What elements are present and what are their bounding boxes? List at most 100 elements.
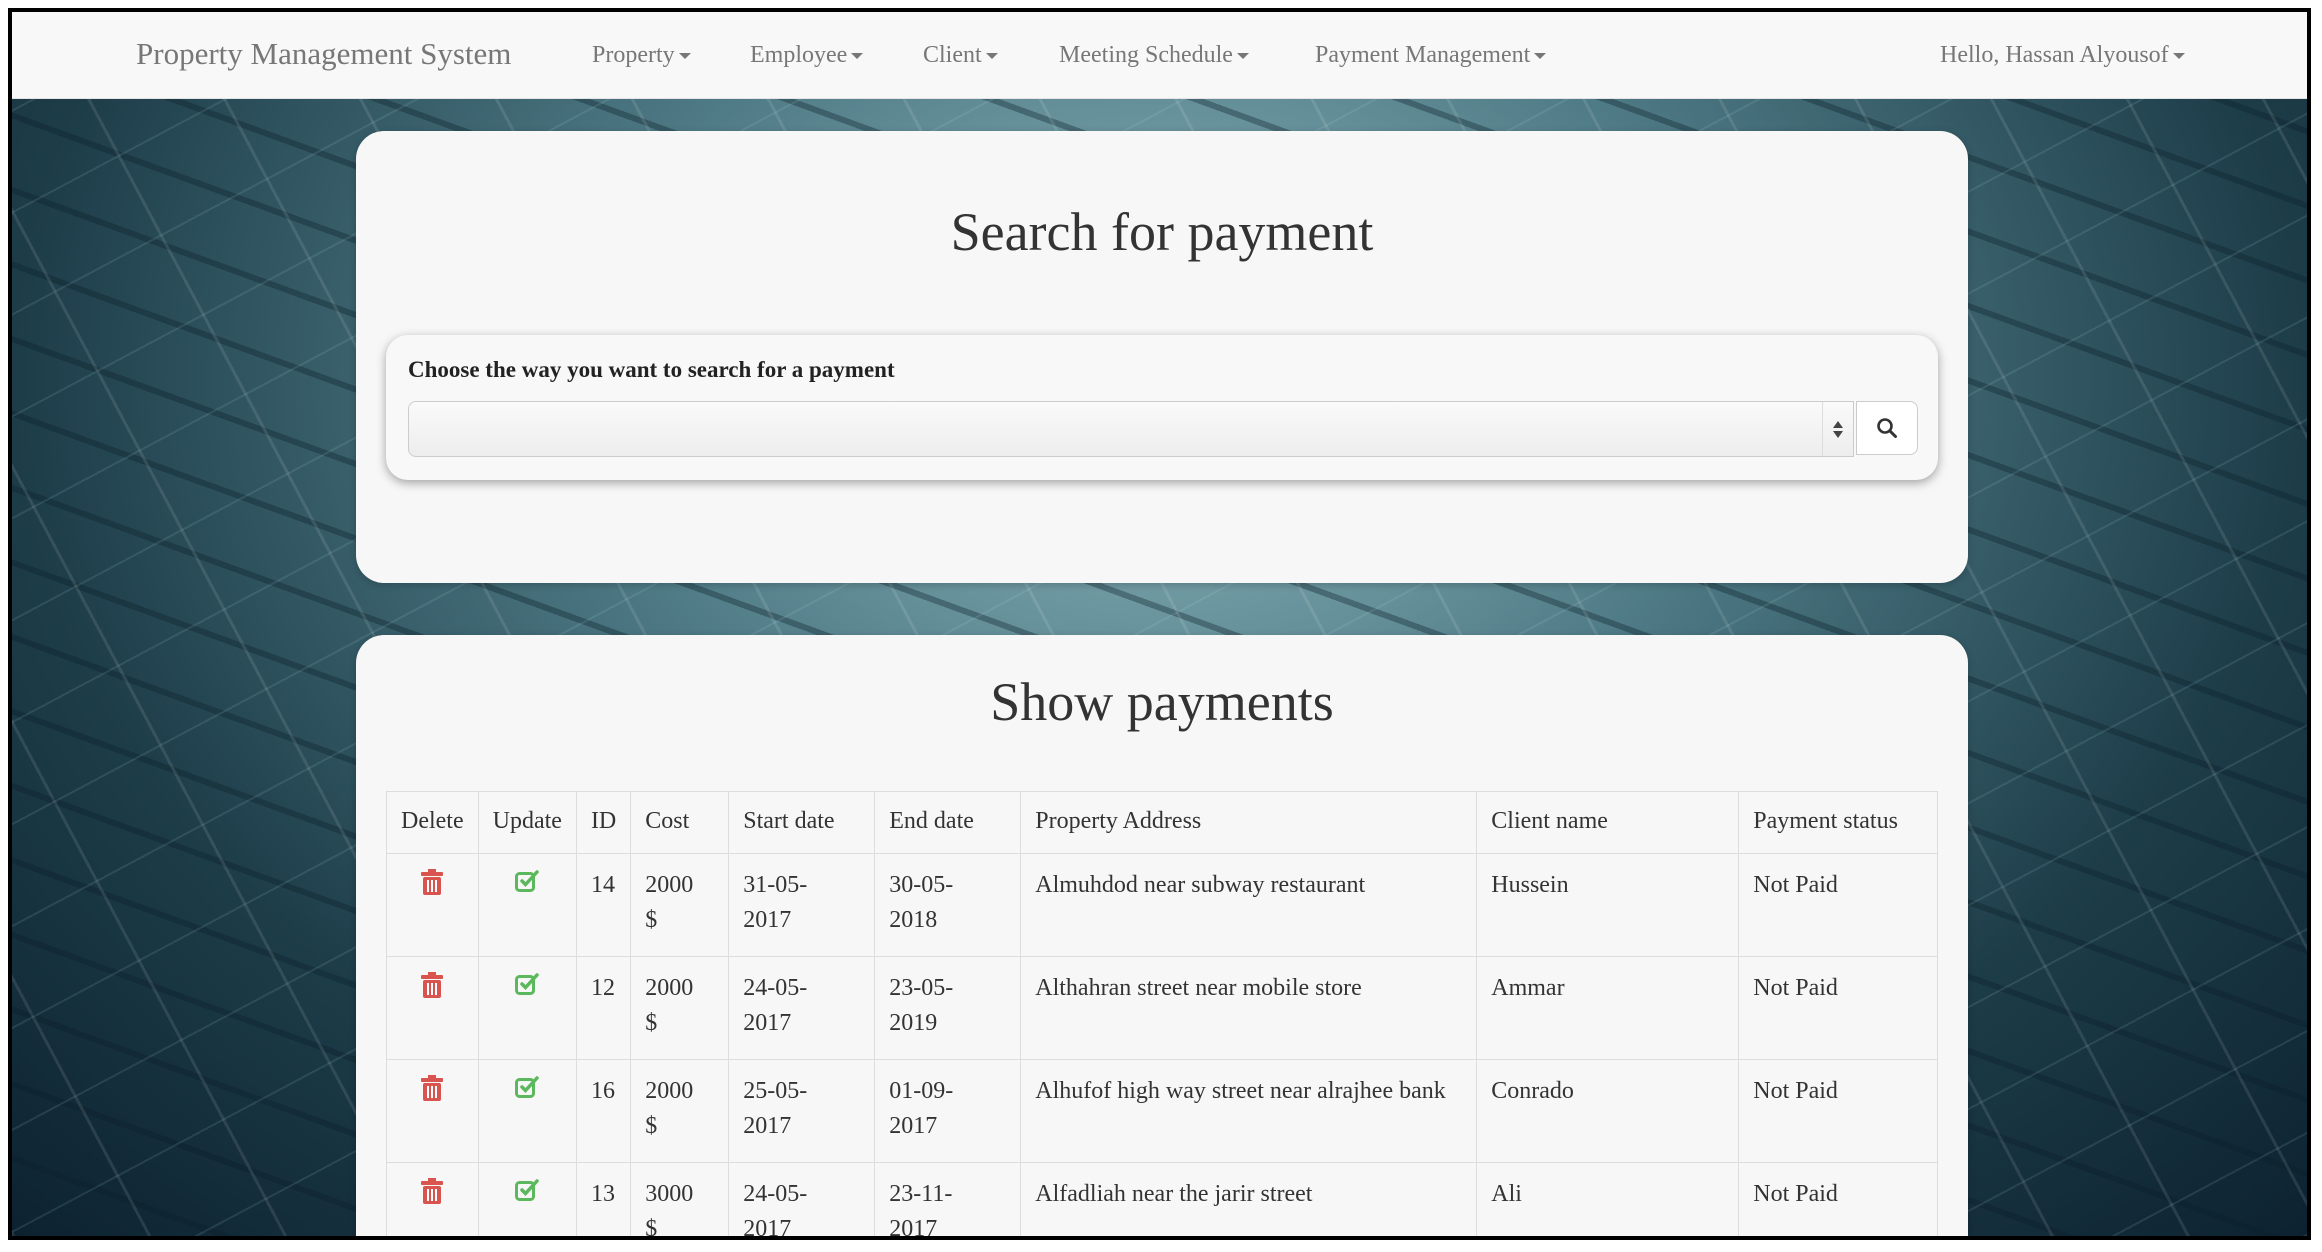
caret-down-icon [1236,53,1249,60]
property-address-cell: Alfadliah near the jarir street [1020,1162,1478,1236]
cost-cell: 2000 $ [630,1059,730,1163]
show-payments-panel: Show payments Delete Update ID Cost Star… [356,635,1968,1240]
user-menu-dropdown[interactable]: Hello, Hassan Alyousof [1940,42,2185,69]
start-date-year: 2017 [743,907,792,933]
property-address-cell: Almuhdod near subway restaurant [1020,853,1478,957]
table-row: 14 2000 $ 31-05- 2017 30-05- 2018 Almuhdod … [386,853,1938,957]
nav-label: Property [592,42,675,68]
table-header-row: Delete Update ID Cost Start date End dat… [386,791,1938,854]
search-payment-panel: Search for payment Choose the way you wa… [356,131,1968,583]
cost-currency: $ [645,1010,658,1036]
client-name-cell: Ammar [1476,956,1740,1060]
column-header: Cost [630,791,730,854]
update-cell [477,853,577,957]
nav-meeting-schedule-dropdown[interactable]: Meeting Schedule [1059,42,1249,69]
end-date-year: 2019 [889,1010,938,1036]
end-date-year: 2017 [889,1216,938,1240]
delete-cell [386,853,479,957]
caret-down-icon [2172,53,2185,60]
column-header: Property Address [1020,791,1478,854]
delete-cell [386,1162,479,1236]
column-header: Start date [728,791,876,854]
app-window: Property Management System Property Empl… [8,8,2311,1240]
edit-icon[interactable] [514,1177,540,1203]
trash-icon[interactable] [419,868,445,896]
nav-payment-management-dropdown[interactable]: Payment Management [1315,42,1547,69]
payments-panel-title: Show payments [990,672,1334,732]
delete-cell [386,1059,479,1163]
trash-icon[interactable] [419,1177,445,1205]
column-header: ID [575,791,632,854]
search-button[interactable] [1856,401,1918,455]
caret-down-icon [1534,53,1547,60]
caret-down-icon [678,53,691,60]
search-form: Choose the way you want to search for a … [386,335,1938,480]
table-row: 13 3000 $ 24-05- 2017 23-11- 2017 Alfadliah… [386,1162,1938,1240]
nav-label: Meeting Schedule [1059,42,1233,68]
search-method-select[interactable] [408,401,1854,457]
end-date-cell: 30-05- 2018 [874,853,1022,957]
nav-label: Client [923,42,982,68]
start-date-year: 2017 [743,1216,792,1240]
client-name-cell: Hussein [1476,853,1740,957]
end-date-cell: 23-11- 2017 [874,1162,1022,1240]
brand-link[interactable]: Property Management System [136,36,511,72]
search-panel-title: Search for payment [950,202,1374,262]
property-address-cell: Alhufof high way street near alrajhee ba… [1020,1059,1478,1163]
nav-property-dropdown[interactable]: Property [592,42,691,69]
start-date-part: 31-05- [743,872,808,898]
start-date-cell: 24-05- 2017 [728,956,876,1060]
start-date-part: 24-05- [743,1181,808,1207]
cost-amount: 2000 [645,975,694,1001]
nav-client-dropdown[interactable]: Client [923,42,998,69]
nav-label: Employee [750,42,848,68]
user-greeting: Hello, Hassan Alyousof [1940,42,2169,68]
end-date-cell: 23-05- 2019 [874,956,1022,1060]
update-cell [477,956,577,1060]
cost-cell: 2000 $ [630,853,730,957]
start-date-cell: 25-05- 2017 [728,1059,876,1163]
update-cell [477,1059,577,1163]
update-cell [477,1162,577,1236]
cost-currency: $ [645,907,658,933]
start-date-year: 2017 [743,1113,792,1139]
id-cell: 14 [575,853,632,957]
payment-status-cell: Not Paid [1738,956,1938,1060]
search-method-label: Choose the way you want to search for a … [408,357,895,382]
payments-table: Delete Update ID Cost Start date End dat… [386,791,1938,1240]
column-header: Delete [386,791,479,854]
client-name-cell: Conrado [1476,1059,1740,1163]
table-row: 12 2000 $ 24-05- 2017 23-05- 2019 Althahran… [386,956,1938,1060]
top-navbar: Property Management System Property Empl… [12,12,2307,99]
cost-currency: $ [645,1113,658,1139]
cost-currency: $ [645,1216,658,1240]
end-date-part: 23-05- [889,975,954,1001]
end-date-cell: 01-09- 2017 [874,1059,1022,1163]
edit-icon[interactable] [514,868,540,894]
edit-icon[interactable] [514,971,540,997]
end-date-year: 2017 [889,1113,938,1139]
search-icon [1877,418,1897,438]
property-address-cell: Althahran street near mobile store [1020,956,1478,1060]
nav-employee-dropdown[interactable]: Employee [750,42,864,69]
start-date-cell: 31-05- 2017 [728,853,876,957]
payment-status-cell: Not Paid [1738,1059,1938,1163]
cost-amount: 2000 [645,1078,694,1104]
cost-amount: 3000 [645,1181,694,1207]
end-date-year: 2018 [889,907,938,933]
end-date-part: 01-09- [889,1078,954,1104]
trash-icon[interactable] [419,1074,445,1102]
payment-status-cell: Not Paid [1738,853,1938,957]
start-date-part: 25-05- [743,1078,808,1104]
trash-icon[interactable] [419,971,445,999]
id-cell: 13 [575,1162,632,1236]
caret-down-icon [985,53,998,60]
column-header: Update [477,791,577,854]
id-cell: 16 [575,1059,632,1163]
client-name-cell: Ali [1476,1162,1740,1236]
id-cell: 12 [575,956,632,1060]
end-date-part: 30-05- [889,872,954,898]
caret-down-icon [851,53,864,60]
column-header: End date [874,791,1022,854]
edit-icon[interactable] [514,1074,540,1100]
